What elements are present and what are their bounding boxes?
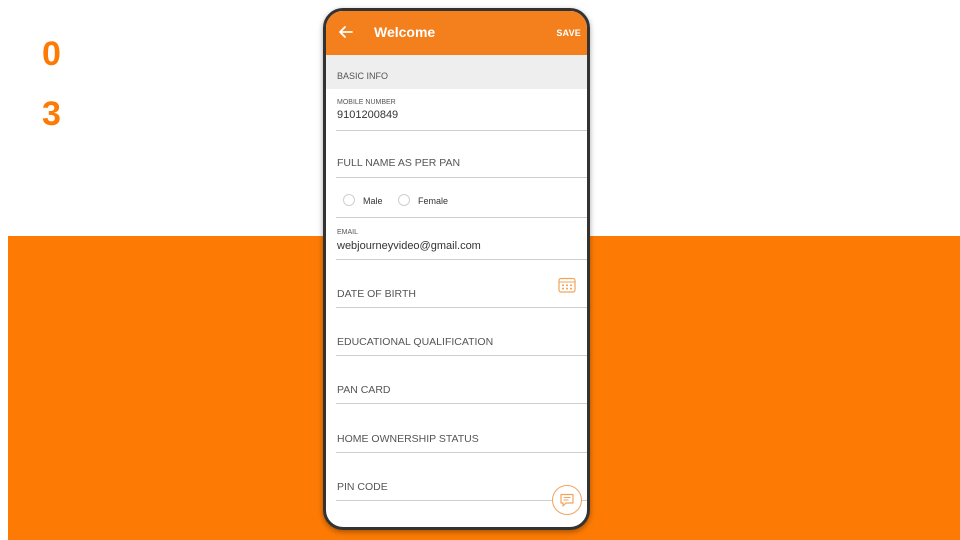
- pan-card-field[interactable]: PAN CARD: [336, 356, 587, 404]
- female-radio-label[interactable]: Female: [418, 196, 448, 206]
- chat-button[interactable]: [552, 485, 582, 515]
- educational-qualification-placeholder: EDUCATIONAL QUALIFICATION: [337, 336, 494, 348]
- step-number-digit-1: 0: [42, 35, 61, 73]
- home-ownership-status-placeholder: HOME OWNERSHIP STATUS: [337, 433, 479, 445]
- pin-code-placeholder: PIN CODE: [337, 481, 388, 493]
- male-radio-label[interactable]: Male: [363, 196, 383, 206]
- back-arrow-icon[interactable]: [336, 22, 356, 42]
- mobile-number-value: 9101200849: [337, 109, 399, 121]
- page-title: Welcome: [374, 24, 436, 40]
- date-of-birth-placeholder: DATE OF BIRTH: [337, 288, 416, 300]
- step-number-digit-2: 3: [42, 95, 61, 133]
- email-label: EMAIL: [337, 229, 359, 236]
- gender-radio-group: Male Female: [336, 193, 587, 218]
- home-ownership-status-field[interactable]: HOME OWNERSHIP STATUS: [336, 404, 587, 453]
- educational-qualification-field[interactable]: EDUCATIONAL QUALIFICATION: [336, 308, 587, 356]
- pan-card-placeholder: PAN CARD: [337, 384, 391, 396]
- section-header-basic-info: BASIC INFO: [326, 55, 587, 89]
- full-name-placeholder: FULL NAME AS PER PAN: [337, 157, 461, 169]
- female-radio[interactable]: [398, 194, 410, 206]
- date-of-birth-field[interactable]: DATE OF BIRTH: [336, 260, 587, 308]
- calendar-icon[interactable]: [558, 277, 576, 293]
- chat-icon: [560, 493, 574, 507]
- mobile-number-field[interactable]: MOBILE NUMBER 9101200849: [336, 95, 587, 131]
- full-name-field[interactable]: FULL NAME AS PER PAN: [336, 131, 587, 178]
- email-value: webjourneyvideo@gmail.com: [337, 240, 481, 252]
- section-title: BASIC INFO: [337, 71, 389, 81]
- app-bar: Welcome SAVE: [326, 11, 587, 55]
- email-field[interactable]: EMAIL webjourneyvideo@gmail.com: [336, 219, 587, 260]
- phone-frame: Welcome SAVE BASIC INFO MOBILE NUMBER 91…: [323, 8, 590, 530]
- pin-code-field[interactable]: PIN CODE: [336, 453, 587, 501]
- save-button[interactable]: SAVE: [556, 28, 581, 38]
- male-radio[interactable]: [343, 194, 355, 206]
- mobile-number-label: MOBILE NUMBER: [337, 99, 396, 106]
